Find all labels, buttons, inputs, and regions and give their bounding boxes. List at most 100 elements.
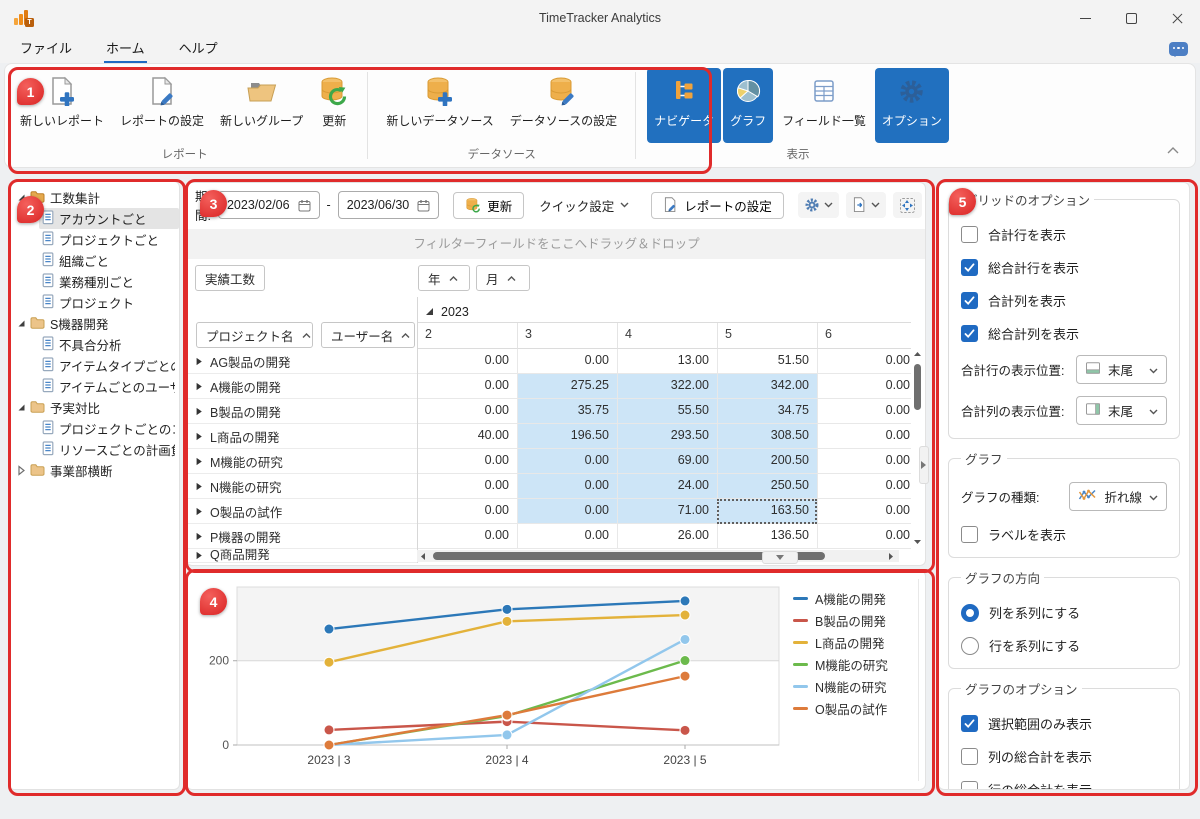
column-field-chip-month[interactable]: 月 (476, 265, 530, 291)
maximize-button[interactable] (1108, 0, 1154, 36)
pivot-row-header[interactable]: L商品の開発 (187, 424, 417, 449)
tree-item[interactable]: リソースごとの計画負荷状 (9, 439, 179, 460)
option-checkbox[interactable]: 合計列を表示 (961, 291, 1167, 310)
pivot-cell[interactable]: 71.00 (617, 499, 717, 524)
menu-item-file[interactable]: ファイル (18, 36, 74, 64)
vertical-scrollbar-thumb[interactable] (914, 364, 921, 410)
pivot-column-group-header[interactable]: 2023 (417, 297, 911, 323)
tree-folder[interactable]: 予実対比 (9, 397, 179, 418)
pivot-cell[interactable]: 0.00 (417, 474, 517, 499)
tree-item[interactable]: アカウントごと (9, 208, 179, 229)
panel-splitter-handle[interactable] (919, 446, 929, 484)
pivot-cell[interactable]: 35.75 (517, 399, 617, 424)
pivot-row-header[interactable]: M機能の研究 (187, 449, 417, 474)
settings-gear-dropdown[interactable] (798, 192, 839, 218)
tree-item[interactable]: 業務種別ごと (9, 271, 179, 292)
pivot-cell[interactable]: 40.00 (417, 424, 517, 449)
ribbon-button[interactable]: 新しいグループ (213, 68, 310, 143)
tree-item[interactable]: プロジェクトごと (9, 229, 179, 250)
ribbon-button[interactable]: 更新 (312, 68, 356, 143)
ribbon-button[interactable]: ナビゲータ (647, 68, 721, 143)
close-button[interactable] (1154, 0, 1200, 36)
pivot-cell[interactable]: 0.00 (517, 499, 617, 524)
pivot-cell[interactable]: 0.00 (417, 399, 517, 424)
pivot-cell[interactable]: 0.00 (517, 524, 617, 549)
ribbon-button[interactable]: フィールド一覧 (775, 68, 873, 143)
pivot-column-header[interactable]: 2 (417, 323, 517, 349)
pivot-cell[interactable]: 0.00 (417, 374, 517, 399)
option-select[interactable]: 折れ線 (1069, 482, 1167, 511)
pivot-cell[interactable]: 308.50 (717, 424, 817, 449)
ribbon-button[interactable]: 新しいデータソース (379, 68, 500, 143)
ribbon-button[interactable]: グラフ (723, 68, 773, 143)
pivot-row-header[interactable]: A機能の開発 (187, 374, 417, 399)
pivot-cell[interactable]: 136.50 (717, 524, 817, 549)
ribbon-button[interactable]: 新しいレポート (13, 68, 111, 143)
tree-item[interactable]: アイテムタイプごとの予実管 (9, 355, 179, 376)
option-select[interactable]: 末尾 (1076, 355, 1167, 384)
filter-drop-zone[interactable]: フィルターフィールドをここへドラッグ＆ドロップ (188, 229, 925, 259)
pivot-row-header[interactable]: N機能の研究 (187, 474, 417, 499)
option-select[interactable]: 末尾 (1076, 396, 1167, 425)
pivot-cell[interactable]: 0.00 (517, 449, 617, 474)
pivot-column-header[interactable]: 4 (617, 323, 717, 349)
tree-folder[interactable]: 工数集計 (9, 187, 179, 208)
option-checkbox[interactable]: 列の総合計を表示 (961, 747, 1167, 766)
pivot-row-header[interactable]: B製品の開発 (187, 399, 417, 424)
report-settings-button[interactable]: レポートの設定 (651, 192, 784, 219)
pivot-cell[interactable]: 0.00 (817, 474, 911, 499)
scrollbar-left-button[interactable] (418, 550, 430, 562)
collapse-grid-button[interactable] (762, 551, 798, 564)
pivot-cell[interactable]: 0.00 (417, 349, 517, 374)
scrollbar-up-button[interactable] (911, 349, 924, 362)
pivot-cell[interactable]: 55.50 (617, 399, 717, 424)
ribbon-button[interactable]: データソースの設定 (503, 68, 624, 143)
pivot-cell[interactable]: 34.75 (717, 399, 817, 424)
tree-item[interactable]: 不具合分析 (9, 334, 179, 355)
minimize-button[interactable] (1062, 0, 1108, 36)
pivot-cell[interactable]: 163.50 (717, 499, 817, 524)
fit-to-window-button[interactable] (893, 192, 922, 218)
option-checkbox[interactable]: 行の総合計を表示 (961, 780, 1167, 790)
pivot-cell[interactable]: 0.00 (817, 424, 911, 449)
option-checkbox[interactable]: 総合計行を表示 (961, 258, 1167, 277)
feedback-bubble-icon[interactable] (1169, 42, 1188, 56)
date-to-input[interactable]: 2023/06/30 (338, 191, 440, 219)
pivot-cell[interactable]: 51.50 (717, 349, 817, 374)
tree-item[interactable]: 組織ごと (9, 250, 179, 271)
pivot-row-header[interactable]: O製品の試作 (187, 499, 417, 524)
scrollbar-down-button[interactable] (911, 537, 924, 550)
pivot-cell[interactable]: 0.00 (417, 449, 517, 474)
pivot-cell[interactable]: 250.50 (717, 474, 817, 499)
pivot-cell[interactable]: 322.00 (617, 374, 717, 399)
option-checkbox[interactable]: ラベルを表示 (961, 525, 1167, 544)
pivot-cell[interactable]: 293.50 (617, 424, 717, 449)
tree-folder[interactable]: 事業部横断 (9, 460, 179, 481)
ribbon-collapse-button[interactable] (1167, 141, 1179, 159)
pivot-cell[interactable]: 342.00 (717, 374, 817, 399)
tree-folder[interactable]: S機器開発 (9, 313, 179, 334)
export-dropdown[interactable] (846, 192, 886, 218)
pivot-row-header-partial[interactable]: Q商品開発 (187, 549, 417, 563)
data-field-chip[interactable]: 実績工数 (195, 265, 265, 291)
option-radio[interactable]: 列を系列にする (961, 603, 1167, 622)
menu-item-home[interactable]: ホーム (104, 36, 147, 64)
quick-settings-dropdown[interactable]: クイック設定 (531, 192, 637, 219)
ribbon-button[interactable]: レポートの設定 (113, 68, 211, 143)
pivot-cell[interactable]: 0.00 (817, 524, 911, 549)
pivot-cell[interactable]: 275.25 (517, 374, 617, 399)
option-checkbox[interactable]: 選択範囲のみ表示 (961, 714, 1167, 733)
tree-expander[interactable] (15, 403, 27, 412)
pivot-cell[interactable]: 0.00 (817, 374, 911, 399)
tree-expander[interactable] (15, 465, 27, 476)
date-from-input[interactable]: 2023/02/06 (218, 191, 320, 219)
pivot-cell[interactable]: 196.50 (517, 424, 617, 449)
pivot-cell[interactable]: 69.00 (617, 449, 717, 474)
option-checkbox[interactable]: 合計行を表示 (961, 225, 1167, 244)
tree-item[interactable]: アイテムごとのユーザーの予 (9, 376, 179, 397)
pivot-cell[interactable]: 26.00 (617, 524, 717, 549)
pivot-cell[interactable]: 200.50 (717, 449, 817, 474)
pivot-cell[interactable]: 0.00 (417, 499, 517, 524)
pivot-column-header[interactable]: 3 (517, 323, 617, 349)
ribbon-button[interactable]: オプション (875, 68, 949, 143)
